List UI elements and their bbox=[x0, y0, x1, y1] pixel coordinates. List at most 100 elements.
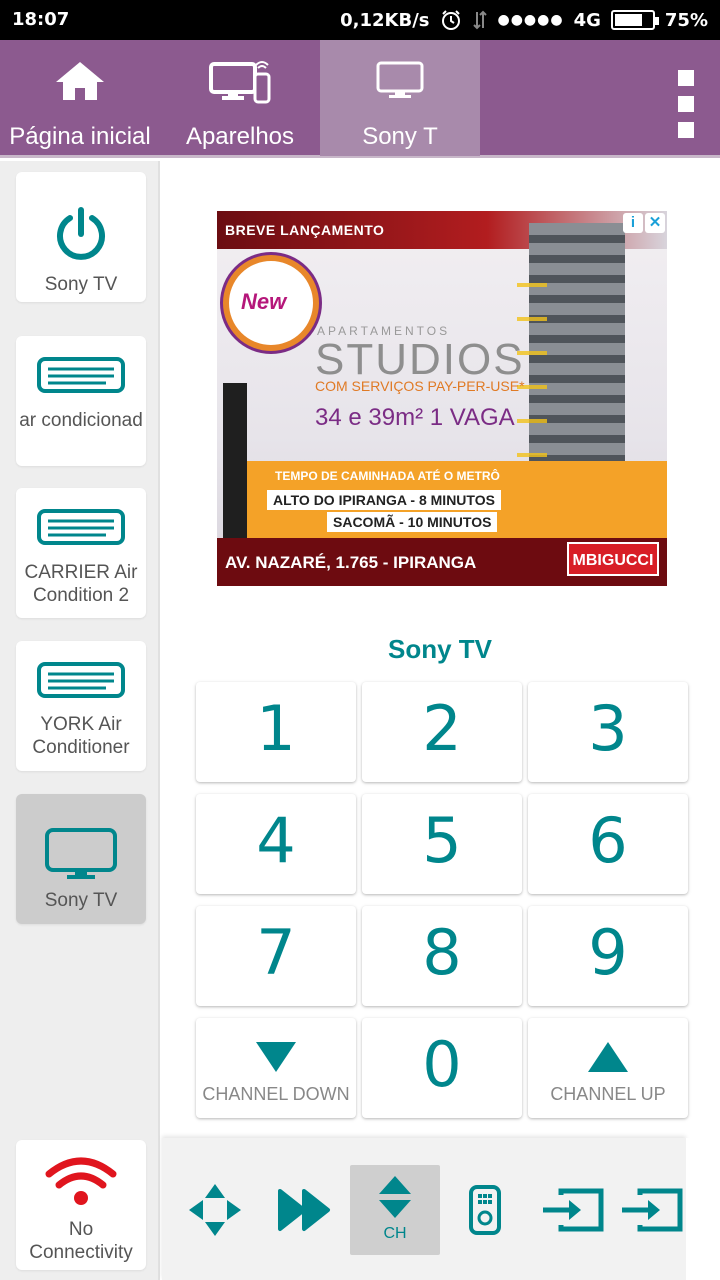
ad-badge: New bbox=[223, 255, 319, 351]
ad-header-text: BREVE LANÇAMENTO bbox=[225, 222, 385, 238]
battery-percent: 75% bbox=[664, 9, 708, 31]
tab-devices[interactable]: Aparelhos bbox=[160, 40, 320, 156]
ad-info-icon[interactable]: i bbox=[623, 213, 643, 233]
ad-walk-1: ALTO DO IPIRANGA - 8 MINUTOS bbox=[267, 490, 501, 510]
tab-sony-tv-label: Sony T bbox=[362, 123, 438, 150]
alarm-icon bbox=[441, 10, 460, 30]
key-label: 4 bbox=[256, 804, 296, 877]
scroll-strip bbox=[686, 1138, 720, 1280]
status-bar: 18:07 0,12KB/s ●●●●● 4G 75% bbox=[0, 0, 720, 40]
ad-choices: i ✕ bbox=[623, 213, 665, 233]
device-item-carrier[interactable]: CARRIER Air Condition 2 bbox=[16, 488, 146, 618]
device-item-ar-condicionado[interactable]: ar condicionad bbox=[16, 336, 146, 466]
advertisement-banner[interactable]: BREVE LANÇAMENTO New APARTAMENTOS STUDIO… bbox=[217, 211, 667, 586]
device-label: YORK Air Conditioner bbox=[32, 714, 130, 758]
ad-footer: AV. NAZARÉ, 1.765 - IPIRANGA MBIGUCCI bbox=[217, 538, 667, 586]
remote-control-icon bbox=[469, 1185, 501, 1235]
status-time: 18:07 bbox=[12, 9, 70, 30]
key-7[interactable]: 7 bbox=[196, 906, 356, 1006]
device-item-sony-tv-power[interactable]: Sony TV bbox=[16, 172, 146, 302]
key-8[interactable]: 8 bbox=[362, 906, 522, 1006]
full-remote-mode-button[interactable] bbox=[440, 1165, 530, 1255]
tab-devices-label: Aparelhos bbox=[185, 123, 295, 150]
key-3[interactable]: 3 bbox=[528, 682, 688, 782]
key-label: 0 bbox=[422, 1028, 462, 1101]
tab-home-label: Página inicial bbox=[9, 123, 151, 150]
device-label: Sony TV bbox=[44, 890, 118, 911]
tab-home[interactable]: Página inicial bbox=[0, 40, 160, 156]
key-9[interactable]: 9 bbox=[528, 906, 688, 1006]
power-icon bbox=[57, 207, 105, 260]
tab-bar: Página inicial Aparelhos Sony T bbox=[0, 40, 720, 158]
fast-forward-icon bbox=[278, 1189, 330, 1231]
channel-updown-icon bbox=[379, 1176, 411, 1219]
ad-metro-sign bbox=[223, 383, 247, 538]
dpad-mode-button[interactable] bbox=[170, 1165, 260, 1255]
triangle-down-icon bbox=[256, 1042, 296, 1072]
ad-sizes: 34 e 39m² 1 VAGA bbox=[315, 404, 515, 431]
triangle-up-icon bbox=[588, 1042, 628, 1072]
ad-walk-2: SACOMÃ - 10 MINUTOS bbox=[327, 512, 498, 532]
ad-services: COM SERVIÇOS PAY-PER-USE* bbox=[315, 378, 525, 394]
net-speed: 0,12KB/s bbox=[340, 9, 430, 31]
ad-walk-title: TEMPO DE CAMINHADA ATÉ O METRÔ bbox=[275, 469, 500, 483]
device-label: Sony TV bbox=[44, 274, 118, 295]
key-label: 1 bbox=[256, 692, 296, 765]
wifi-icon bbox=[45, 1157, 117, 1205]
key-1[interactable]: 1 bbox=[196, 682, 356, 782]
key-6[interactable]: 6 bbox=[528, 794, 688, 894]
input-source-icon bbox=[543, 1188, 604, 1232]
key-5[interactable]: 5 bbox=[362, 794, 522, 894]
overflow-menu-icon[interactable] bbox=[678, 70, 696, 148]
input-source-icon bbox=[622, 1188, 683, 1232]
input-mode-button[interactable] bbox=[528, 1165, 618, 1255]
key-label: 7 bbox=[256, 916, 296, 989]
dpad-icon bbox=[189, 1184, 241, 1236]
device-label: CARRIER Air Condition 2 bbox=[24, 562, 138, 606]
battery-level bbox=[614, 14, 642, 26]
ad-badge-text: New bbox=[241, 289, 287, 314]
remote-device-title: Sony TV bbox=[387, 634, 492, 664]
connectivity-status[interactable]: No Connectivity bbox=[16, 1140, 146, 1270]
ad-close-icon[interactable]: ✕ bbox=[645, 213, 665, 233]
key-label: 5 bbox=[422, 804, 462, 877]
key-2[interactable]: 2 bbox=[362, 682, 522, 782]
device-sidebar: Sony TV ar condicionad CARRIER Air Condi… bbox=[0, 161, 160, 1280]
tab-sony-tv[interactable]: Sony T bbox=[320, 40, 480, 156]
air-conditioner-icon bbox=[37, 509, 125, 545]
battery-icon bbox=[610, 10, 659, 30]
channel-mode-button[interactable]: CH bbox=[350, 1165, 440, 1255]
device-item-sony-tv[interactable]: Sony TV bbox=[16, 794, 146, 924]
signal-dots: ●●●●● bbox=[497, 12, 564, 28]
channel-down-label: CHANNEL DOWN bbox=[202, 1084, 350, 1104]
ad-logo: MBIGUCCI bbox=[567, 542, 659, 576]
remote-mode-bar: CH bbox=[162, 1138, 686, 1280]
data-arrows-icon bbox=[472, 10, 487, 30]
devices-icon bbox=[209, 61, 271, 104]
key-label: 6 bbox=[588, 804, 628, 877]
channel-mode-label: CH bbox=[383, 1225, 407, 1242]
input-mode-button-2[interactable] bbox=[618, 1165, 686, 1255]
device-label: ar condicionad bbox=[19, 410, 143, 431]
ad-walk-box: TEMPO DE CAMINHADA ATÉ O METRÔ ALTO DO I… bbox=[247, 461, 667, 538]
key-label: 2 bbox=[422, 692, 462, 765]
tv-icon bbox=[45, 828, 117, 879]
key-0[interactable]: 0 bbox=[362, 1018, 522, 1118]
channel-down-button[interactable]: CHANNEL DOWN bbox=[196, 1018, 356, 1118]
tv-icon bbox=[376, 61, 424, 98]
air-conditioner-icon bbox=[37, 662, 125, 698]
network-type: 4G bbox=[573, 9, 601, 31]
key-label: 8 bbox=[422, 916, 462, 989]
key-label: 3 bbox=[588, 692, 628, 765]
channel-up-button[interactable]: CHANNEL UP bbox=[528, 1018, 688, 1118]
key-4[interactable]: 4 bbox=[196, 794, 356, 894]
key-label: 9 bbox=[588, 916, 628, 989]
air-conditioner-icon bbox=[37, 357, 125, 393]
connectivity-label: No Connectivity bbox=[29, 1219, 133, 1263]
playback-mode-button[interactable] bbox=[260, 1165, 350, 1255]
ad-address: AV. NAZARÉ, 1.765 - IPIRANGA bbox=[225, 553, 477, 572]
device-item-york[interactable]: YORK Air Conditioner bbox=[16, 641, 146, 771]
status-indicators: 0,12KB/s ●●●●● 4G 75% bbox=[340, 9, 708, 31]
home-icon bbox=[56, 62, 104, 100]
channel-up-label: CHANNEL UP bbox=[550, 1084, 666, 1104]
